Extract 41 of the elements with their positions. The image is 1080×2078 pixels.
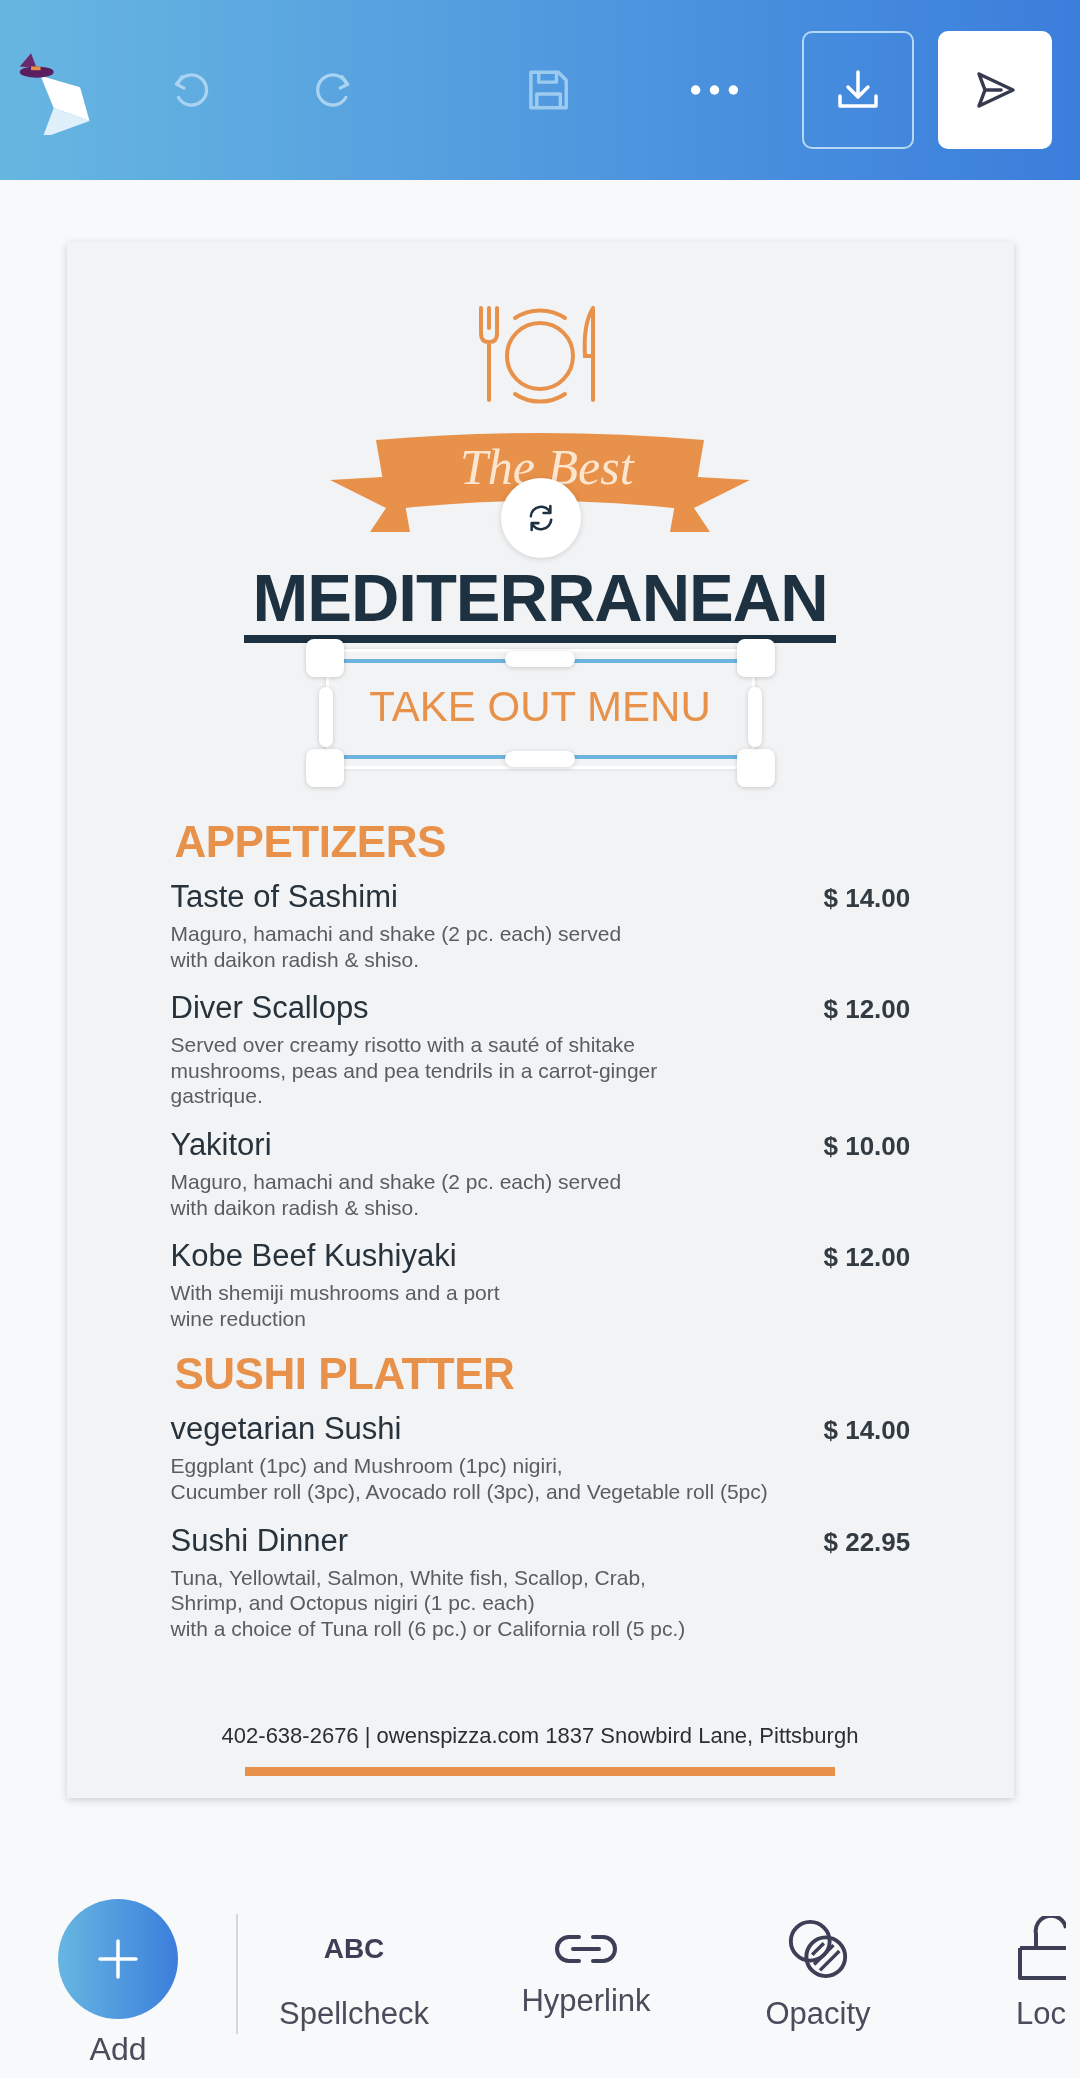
item-price: $ 12.00 xyxy=(823,1241,912,1275)
item-price: $ 22.95 xyxy=(823,1525,912,1559)
banner-text: The Best xyxy=(460,438,634,496)
resize-handle[interactable] xyxy=(736,639,775,677)
item-name: Taste of Sashimi xyxy=(170,879,399,915)
more-icon[interactable] xyxy=(690,84,740,96)
item-name: vegetarian Sushi xyxy=(170,1411,403,1448)
item-description: Eggplant (1pc) and Mushroom (1pc) nigiri, Cucumber roll (3pc), Avocado roll (3pc), and Vegetable roll (5pc) xyxy=(170,1453,768,1505)
resize-handle[interactable] xyxy=(305,749,344,787)
menu-title: MEDITERRANEAN xyxy=(252,564,828,631)
resize-handle[interactable] xyxy=(747,687,762,747)
lock-tool[interactable]: Loc xyxy=(1016,1916,1076,2032)
footer-contact: 402-638-2676 | owenspizza.com 1837 Snowbird Lane, Pittsburgh xyxy=(220,1723,860,1749)
section-heading: APPETIZERS xyxy=(174,817,447,867)
item-description: Maguro, hamachi and shake (2 pc. each) served with daikon radish & shiso. xyxy=(170,921,622,973)
item-price: $ 12.00 xyxy=(823,993,912,1027)
spellcheck-tool[interactable]: ABC Spellcheck xyxy=(238,1916,470,2032)
opacity-tool[interactable]: Opacity xyxy=(702,1916,934,2032)
item-price: $ 10.00 xyxy=(823,1130,912,1164)
resize-handle[interactable] xyxy=(736,749,775,787)
spellcheck-icon: ABC xyxy=(323,1916,385,1982)
item-price: $ 14.00 xyxy=(823,1414,912,1448)
resize-handle[interactable] xyxy=(504,651,575,667)
item-description: Maguro, hamachi and shake (2 pc. each) served with daikon radish & shiso. xyxy=(170,1169,622,1221)
lock-icon xyxy=(1016,1916,1066,1982)
item-description: With shemiji mushrooms and a port wine reduction xyxy=(170,1280,500,1332)
resize-handle[interactable] xyxy=(318,687,333,747)
item-name: Yakitori xyxy=(170,1127,273,1164)
link-tool[interactable]: Hyperlink xyxy=(470,1929,702,2019)
send-button[interactable] xyxy=(938,31,1052,149)
item-name: Diver Scallops xyxy=(170,990,370,1027)
item-name: Sushi Dinner xyxy=(170,1522,349,1559)
add-label: Add xyxy=(89,2030,147,2068)
item-price: $ 14.00 xyxy=(823,882,912,915)
item-description: Served over creamy risotto with a sauté of shitake mushrooms, peas and pea tendrils in a carrot-ginger gastrique. xyxy=(170,1032,658,1110)
section-heading: SUSHI PLATTER xyxy=(174,1349,516,1400)
resize-handle[interactable] xyxy=(504,751,575,767)
item-name: Kobe Beef Kushiyaki xyxy=(170,1238,458,1275)
item-description: Tuna, Yellowtail, Salmon, White fish, Scallop, Crab, Shrimp, and Octopus nigiri (1 pc. each) with a choice of Tuna roll (6 pc.) or California roll (5 pc.) xyxy=(170,1564,686,1642)
resize-handle[interactable] xyxy=(305,639,344,677)
download-button[interactable] xyxy=(802,31,915,149)
